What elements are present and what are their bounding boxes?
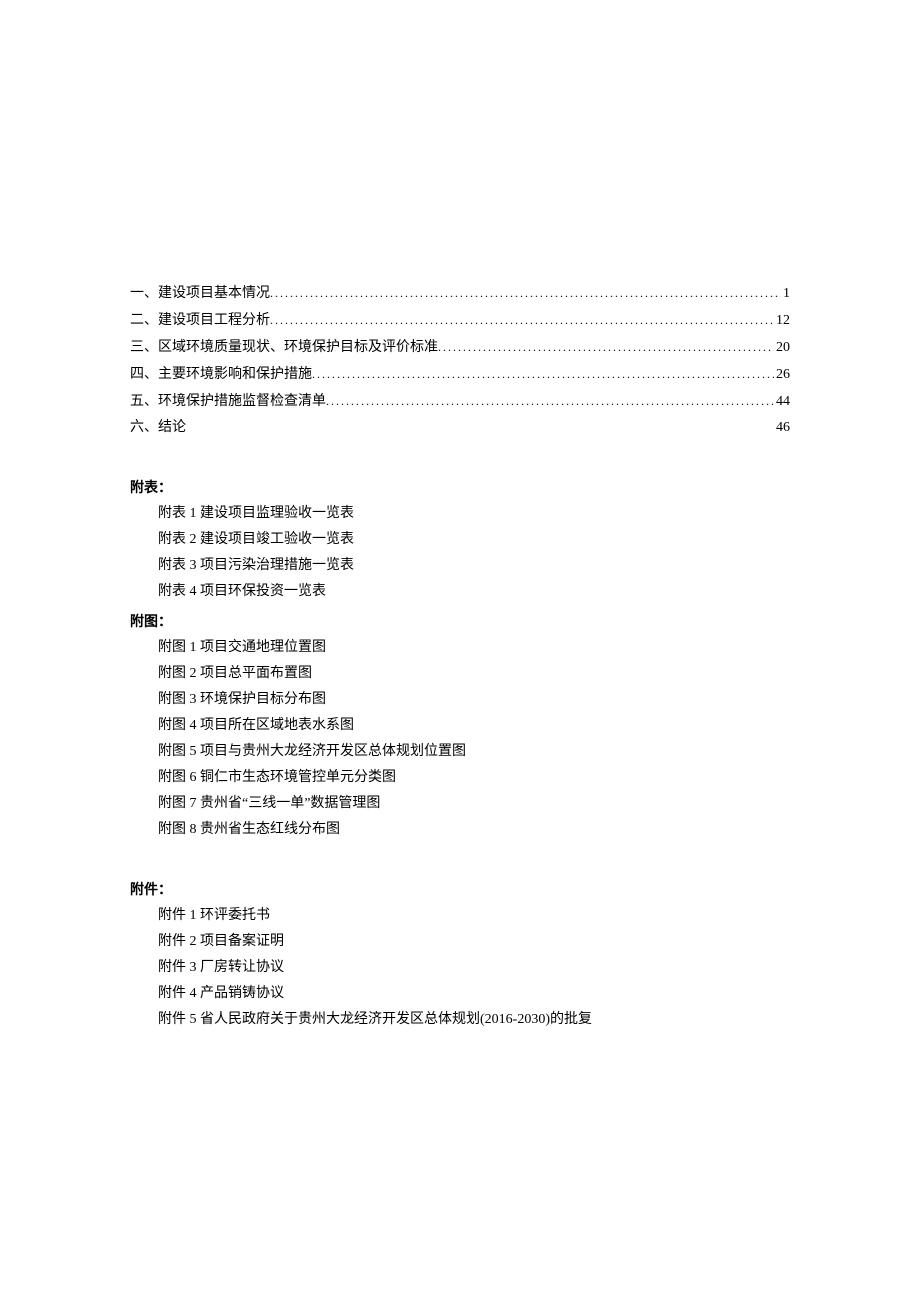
toc-entry-page: 44 [774,389,790,415]
toc-entry-page: 20 [774,335,790,361]
list-item: 附表 3 项目污染治理措施一览表 [130,553,790,579]
toc-entry: 三、区域环境质量现状、环境保护目标及评价标准 20 [130,334,790,361]
toc-entry-dots [270,280,781,306]
list-item: 附图 1 项目交通地理位置图 [130,635,790,661]
toc-entry-dots [438,334,774,360]
list-item: 附件 2 项目备案证明 [130,929,790,955]
toc-entry-title: 三、区域环境质量现状、环境保护目标及评价标准 [130,335,438,361]
toc-entry-page: 1 [781,281,790,307]
toc-entry-title: 五、环境保护措施监督检查清单 [130,389,326,415]
toc-entry-page: 46 [774,415,790,441]
toc-entry: 六、结论 46 [130,415,790,441]
list-item: 附件 1 环评委托书 [130,903,790,929]
toc-entry: 四、主要环境影响和保护措施 26 [130,361,790,388]
list-item: 附图 4 项目所在区域地表水系图 [130,713,790,739]
document-page: 一、建设项目基本情况1二、建设项目工程分析12三、区域环境质量现状、环境保护目标… [0,0,920,1033]
toc-entry: 二、建设项目工程分析 12 [130,307,790,334]
list-item: 附件 3 厂房转让协议 [130,955,790,981]
toc-entry-page: 26 [774,362,790,388]
list-item: 附件 5 省人民政府关于贵州大龙经济开发区总体规划(2016-2030)的批复 [130,1007,790,1033]
toc-entry-title: 六、结论 [130,415,186,441]
toc-entry: 一、建设项目基本情况 1 [130,280,790,307]
toc-entry-dots [326,388,774,414]
appendix-tables-list: 附表 1 建设项目监理验收一览表附表 2 建设项目竣工验收一览表附表 3 项目污… [130,501,790,605]
list-item: 附图 5 项目与贵州大龙经济开发区总体规划位置图 [130,739,790,765]
list-item: 附图 6 铜仁市生态环境管控单元分类图 [130,765,790,791]
toc-entry-title: 四、主要环境影响和保护措施 [130,362,312,388]
toc-entry-page: 12 [774,308,790,334]
appendix-tables-heading: 附表： [130,477,790,497]
appendix-figures-heading: 附图： [130,611,790,631]
appendix-attachments-heading: 附件： [130,879,790,899]
list-item: 附表 2 建设项目竣工验收一览表 [130,527,790,553]
list-item: 附图 7 贵州省“三线一单”数据管理图 [130,791,790,817]
list-item: 附图 3 环境保护目标分布图 [130,687,790,713]
appendix-figures-list: 附图 1 项目交通地理位置图附图 2 项目总平面布置图附图 3 环境保护目标分布… [130,635,790,843]
list-item: 附件 4 产品销铸协议 [130,981,790,1007]
list-item: 附表 1 建设项目监理验收一览表 [130,501,790,527]
toc-entry: 五、环境保护措施监督检查清单 44 [130,388,790,415]
toc-entry-dots [270,307,774,333]
list-item: 附图 8 贵州省生态红线分布图 [130,817,790,843]
list-item: 附图 2 项目总平面布置图 [130,661,790,687]
toc-entry-title: 二、建设项目工程分析 [130,308,270,334]
toc-entry-dots [312,361,774,387]
table-of-contents: 一、建设项目基本情况1二、建设项目工程分析12三、区域环境质量现状、环境保护目标… [130,280,790,441]
toc-entry-title: 一、建设项目基本情况 [130,281,270,307]
list-item: 附表 4 项目环保投资一览表 [130,579,790,605]
appendix-attachments-list: 附件 1 环评委托书附件 2 项目备案证明附件 3 厂房转让协议附件 4 产品销… [130,903,790,1033]
